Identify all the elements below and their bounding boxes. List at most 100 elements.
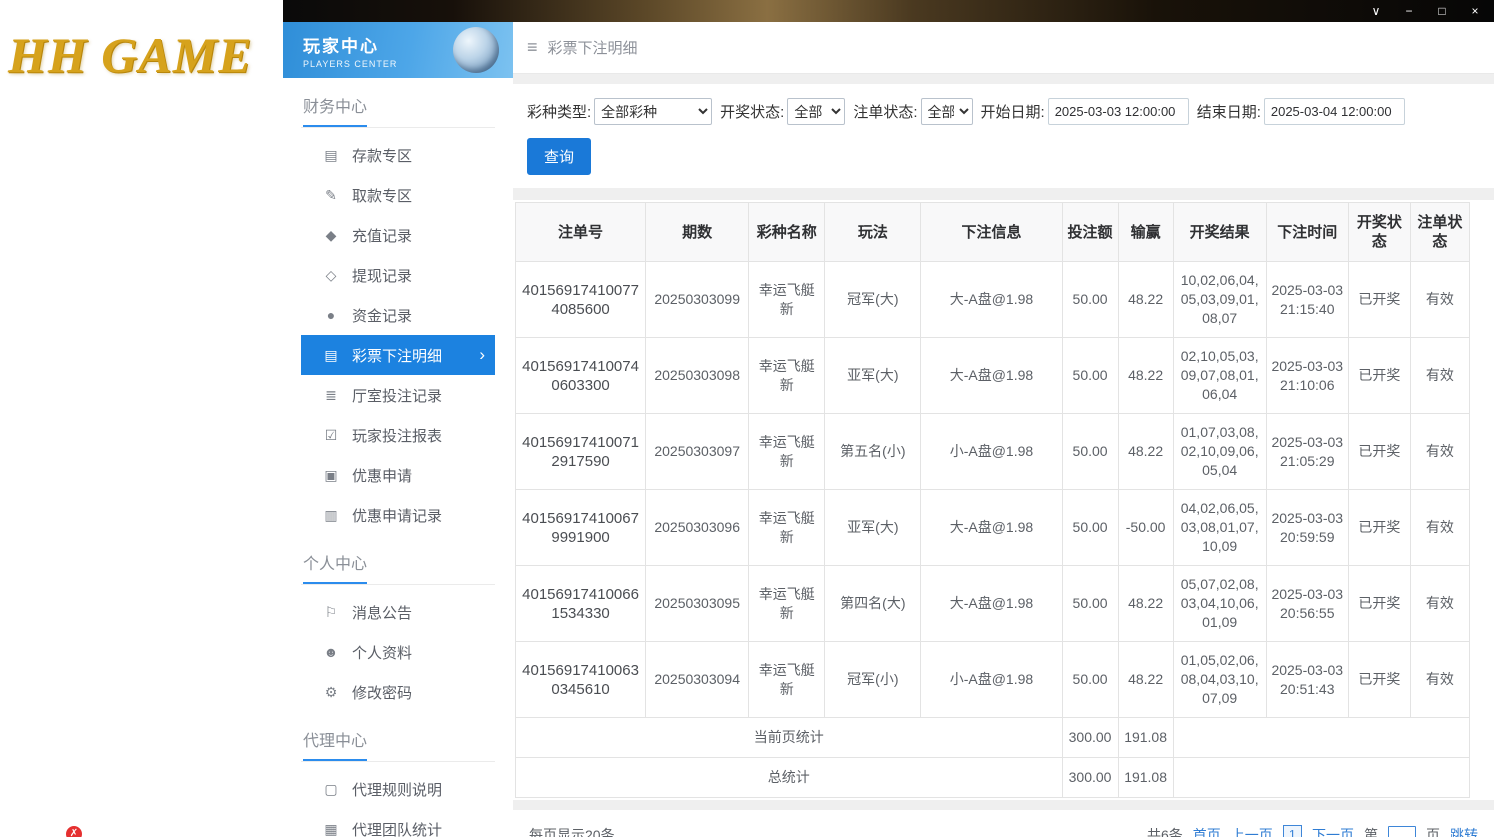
main-content: ≡ 彩票下注明细 彩种类型: 全部彩种 开奖状态: 全部 注单状态: 全部 开始… (513, 22, 1494, 837)
period-cell: 20250303096 (645, 489, 750, 566)
period-cell: 20250303099 (645, 261, 750, 338)
table-header-row: 注单号 期数 彩种名称 玩法 下注信息 投注额 输赢 开奖结果 下注时间 开奖状… (514, 202, 1471, 262)
win-loss-cell: 48.22 (1117, 337, 1174, 414)
col-bet-time: 下注时间 (1265, 202, 1349, 262)
sidebar-item-agent-rules[interactable]: ▢ 代理规则说明 (301, 769, 495, 809)
page-summary-empty (1172, 717, 1471, 758)
bet-info-cell: 大-A盘@1.98 (920, 261, 1063, 338)
sidebar-item-agent-team-stats[interactable]: ▦ 代理团队统计 (301, 809, 495, 837)
sidebar-item-lottery-bet-details[interactable]: ▤ 彩票下注明细 › (301, 335, 495, 375)
draw-status-select[interactable]: 全部 (787, 98, 846, 125)
sidebar-item-label: 取款专区 (352, 187, 413, 205)
sidebar-item-label: 资金记录 (352, 307, 413, 325)
sidebar-item-withdraw-zone[interactable]: ✎ 取款专区 (301, 175, 495, 215)
sidebar-item-profile[interactable]: ☻ 个人资料 (301, 632, 495, 672)
start-date-label: 开始日期: (980, 104, 1045, 121)
lottery-type-select[interactable]: 全部彩种 (594, 98, 713, 125)
grand-summary-label: 总统计 (515, 757, 1063, 798)
sidebar-item-label: 玩家投注报表 (352, 427, 443, 445)
sidebar-item-label: 消息公告 (352, 604, 413, 622)
col-bet-amount: 投注额 (1061, 202, 1119, 262)
draw-status-cell: 已开奖 (1347, 489, 1411, 566)
bet-number-cell: 401569174100679991900 (514, 489, 647, 566)
bet-amount-cell: 50.00 (1061, 641, 1119, 718)
bets-table-card: 注单号 期数 彩种名称 玩法 下注信息 投注额 输赢 开奖结果 下注时间 开奖状… (513, 200, 1494, 800)
error-badge-icon[interactable]: ✗ (66, 826, 82, 837)
sidebar-item-label: 厅室投注记录 (352, 387, 443, 405)
bell-icon: ⚐ (324, 603, 338, 620)
window-menu-button[interactable]: ∨ (1369, 1, 1383, 21)
bet-number-cell: 401569174100740603300 (514, 337, 647, 414)
col-win-loss: 输赢 (1117, 202, 1174, 262)
bet-time-cell: 2025-03-03 21:05:29 (1265, 413, 1349, 490)
sidebar-header: 玩家中心 PLAYERS CENTER (283, 22, 513, 78)
content-topbar: ≡ 彩票下注明细 (513, 22, 1494, 74)
next-page-link[interactable]: 下一页 (1312, 825, 1354, 837)
sidebar-item-label: 个人资料 (352, 644, 413, 662)
bet-amount-cell: 50.00 (1061, 413, 1119, 490)
pen-icon: ✎ (325, 186, 337, 203)
jump-link[interactable]: 跳转 (1450, 825, 1478, 837)
grand-summary-bet-total: 300.00 (1061, 757, 1119, 798)
current-page-button[interactable]: 1 (1282, 825, 1302, 837)
lottery-name-cell: 幸运飞艇新 (748, 337, 826, 414)
sidebar-item-label: 优惠申请 (352, 467, 413, 485)
draw-result-cell: 05,07,02,08,03,04,10,06,01,09 (1172, 565, 1267, 642)
play-type-cell: 亚军(大) (824, 489, 922, 566)
sidebar-item-player-bet-report[interactable]: ☑ 玩家投注报表 (301, 415, 495, 455)
sidebar-item-promo-apply-records[interactable]: ▥ 优惠申请记录 (301, 495, 495, 535)
sidebar-item-label: 优惠申请记录 (352, 507, 443, 525)
win-loss-cell: 48.22 (1117, 261, 1174, 338)
sidebar-item-label: 提现记录 (352, 267, 413, 285)
table-row: 401569174100661534330 20250303095 幸运飞艇新 … (514, 565, 1471, 642)
sidebar-item-withdrawal-records[interactable]: ◇ 提现记录 (301, 255, 495, 295)
bet-amount-cell: 50.00 (1061, 565, 1119, 642)
draw-status-cell: 已开奖 (1347, 413, 1411, 490)
first-page-link[interactable]: 首页 (1193, 825, 1221, 837)
bet-info-cell: 大-A盘@1.98 (920, 337, 1063, 414)
sidebar-item-recharge-records[interactable]: ◆ 充值记录 (301, 215, 495, 255)
win-loss-cell: 48.22 (1117, 413, 1174, 490)
sidebar-item-promo-apply[interactable]: ▣ 优惠申请 (301, 455, 495, 495)
table-row: 401569174100774085600 20250303099 幸运飞艇新 … (514, 261, 1471, 338)
bet-status-cell: 有效 (1409, 337, 1471, 414)
sidebar-item-messages[interactable]: ⚐ 消息公告 (301, 592, 495, 632)
sidebar: 玩家中心 PLAYERS CENTER 财务中心 ▤ 存款专区 ✎ 取款专区 ◆… (283, 22, 513, 837)
bet-status-cell: 有效 (1409, 489, 1471, 566)
query-button[interactable]: 查询 (527, 138, 592, 175)
page-jump-input[interactable] (1388, 825, 1416, 837)
lottery-name-cell: 幸运飞艇新 (748, 489, 826, 566)
sidebar-item-fund-records[interactable]: ● 资金记录 (301, 295, 495, 335)
bet-status-cell: 有效 (1409, 565, 1471, 642)
sidebar-item-change-password[interactable]: ⚙ 修改密码 (301, 672, 495, 712)
list-icon: ≣ (325, 386, 337, 403)
hamburger-icon[interactable]: ≡ (527, 37, 538, 58)
sidebar-item-hall-bet-records[interactable]: ≣ 厅室投注记录 (301, 375, 495, 415)
lottery-name-cell: 幸运飞艇新 (748, 565, 826, 642)
bet-number-cell: 401569174100661534330 (514, 565, 647, 642)
minimize-button[interactable]: − (1402, 1, 1416, 21)
close-button[interactable]: × (1468, 1, 1482, 21)
bet-status-cell: 有效 (1409, 261, 1471, 338)
sidebar-item-deposit-zone[interactable]: ▤ 存款专区 (301, 135, 495, 175)
sidebar-item-label: 彩票下注明细 (352, 347, 443, 365)
start-date-input[interactable] (1047, 98, 1189, 125)
bets-table: 注单号 期数 彩种名称 玩法 下注信息 投注额 输赢 开奖结果 下注时间 开奖状… (514, 202, 1471, 798)
col-bet-number: 注单号 (514, 202, 647, 262)
team-stats-icon: ▦ (324, 820, 338, 837)
sidebar-item-label: 充值记录 (352, 227, 413, 245)
bet-status-label: 注单状态: (853, 104, 918, 121)
grand-summary-win-total: 191.08 (1117, 757, 1174, 798)
lottery-name-cell: 幸运飞艇新 (748, 641, 826, 718)
page-summary-label: 当前页统计 (515, 717, 1063, 758)
period-cell: 20250303095 (645, 565, 750, 642)
end-date-input[interactable] (1263, 98, 1405, 125)
prev-page-link[interactable]: 上一页 (1231, 825, 1273, 837)
period-cell: 20250303098 (645, 337, 750, 414)
app-window: HH GAME ✗ ∨ − □ × 玩家中心 PLAYERS CENTER 财务… (0, 0, 1494, 837)
maximize-button[interactable]: □ (1435, 1, 1449, 21)
win-loss-cell: 48.22 (1117, 641, 1174, 718)
table-row: 401569174100630345610 20250303094 幸运飞艇新 … (514, 641, 1471, 718)
titlebar: ∨ − □ × (283, 0, 1494, 22)
bet-status-select[interactable]: 全部 (920, 98, 973, 125)
